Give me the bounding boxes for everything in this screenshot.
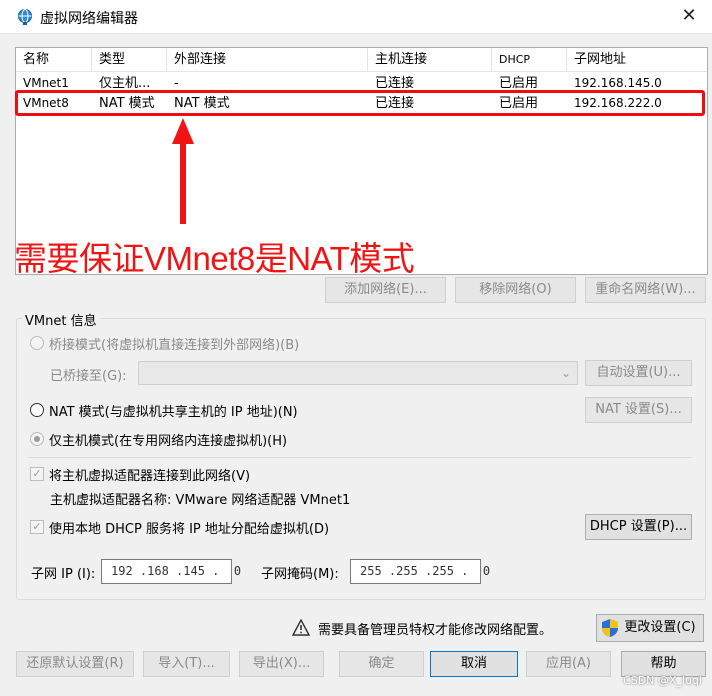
rename-network-button[interactable]: 重命名网络(W)... (585, 277, 706, 303)
ok-button[interactable]: 确定 (339, 651, 424, 677)
bridged-radio[interactable] (30, 336, 44, 350)
annotation-text: 需要保证VMnet8是NAT模式 (14, 240, 415, 277)
chevron-down-icon: ⌄ (560, 366, 571, 380)
row-host: 已连接 (375, 96, 415, 111)
admin-notice-text: 需要具备管理员特权才能修改网络配置。 (318, 623, 553, 638)
change-settings-button[interactable]: 更改设置(C) (596, 614, 704, 642)
column-header-name[interactable]: 名称 (16, 48, 92, 72)
row-type: NAT 模式 (99, 96, 155, 111)
row-external: NAT 模式 (174, 96, 230, 111)
warning-icon (292, 619, 310, 636)
adapter-name-text: 主机虚拟适配器名称: VMware 网络适配器 VMnet1 (50, 493, 351, 508)
bridged-to-label: 已桥接至(G): (50, 369, 127, 384)
window-title: 虚拟网络编辑器 (40, 11, 138, 27)
add-network-button[interactable]: 添加网络(E)... (325, 277, 446, 303)
row-type: 仅主机... (99, 76, 151, 91)
nat-radio[interactable] (30, 403, 44, 417)
title-bar: 虚拟网络编辑器 ✕ (0, 0, 712, 34)
remove-network-button[interactable]: 移除网络(O) (455, 277, 576, 303)
row-subnet: 192.168.222.0 (574, 96, 662, 110)
column-header-host[interactable]: 主机连接 (368, 48, 492, 72)
row-dhcp: 已启用 (499, 96, 539, 111)
nat-label: NAT 模式(与虚拟机共享主机的 IP 地址)(N) (49, 405, 298, 420)
dhcp-settings-button[interactable]: DHCP 设置(P)... (585, 514, 692, 540)
row-dhcp: 已启用 (499, 76, 539, 91)
network-list-header: 名称 类型 外部连接 主机连接 DHCP 子网地址 (16, 48, 707, 72)
row-external: - (174, 76, 179, 91)
subnet-mask-input[interactable]: 255 .255 .255 . 0 (350, 559, 490, 584)
vmnet-info-title: VMnet 信息 (22, 310, 100, 329)
use-dhcp-label: 使用本地 DHCP 服务将 IP 地址分配给虚拟机(D) (49, 522, 330, 537)
cancel-button[interactable]: 取消 (430, 651, 518, 677)
connect-adapter-label: 将主机虚拟适配器连接到此网络(V) (49, 469, 251, 484)
subnet-mask-label: 子网掩码(M): (261, 567, 339, 582)
row-name: VMnet8 (23, 96, 69, 110)
row-host: 已连接 (375, 76, 415, 91)
subnet-ip-label: 子网 IP (I): (31, 567, 96, 582)
restore-defaults-button[interactable]: 还原默认设置(R) (16, 651, 134, 677)
auto-settings-button[interactable]: 自动设置(U)... (585, 360, 692, 386)
apply-button[interactable]: 应用(A) (526, 651, 611, 677)
network-globe-icon (18, 9, 32, 25)
import-button[interactable]: 导入(T)... (143, 651, 230, 677)
subnet-ip-input[interactable]: 192 .168 .145 . 0 (101, 559, 241, 584)
close-button[interactable]: ✕ (666, 0, 712, 34)
divider (28, 457, 692, 458)
bridged-to-select[interactable]: ⌄ (138, 361, 578, 385)
table-row[interactable]: VMnet8 NAT 模式 NAT 模式 已连接 已启用 192.168.222… (16, 93, 707, 114)
table-row[interactable]: VMnet1 仅主机... - 已连接 已启用 192.168.145.0 (16, 73, 707, 94)
watermark-text: CSDN @X_luqi (623, 674, 702, 687)
export-button[interactable]: 导出(X)... (239, 651, 324, 677)
bridged-label: 桥接模式(将虚拟机直接连接到外部网络)(B) (49, 338, 300, 353)
column-header-type[interactable]: 类型 (92, 48, 167, 72)
use-dhcp-checkbox[interactable]: ✓ (30, 520, 44, 534)
row-name: VMnet1 (23, 76, 69, 90)
row-subnet: 192.168.145.0 (574, 76, 662, 90)
uac-shield-icon (602, 619, 618, 637)
connect-adapter-checkbox[interactable]: ✓ (30, 467, 44, 481)
change-settings-label: 更改设置(C) (624, 620, 696, 635)
host-only-label: 仅主机模式(在专用网络内连接虚拟机)(H) (49, 434, 288, 449)
column-header-subnet[interactable]: 子网地址 (567, 48, 709, 72)
column-header-external[interactable]: 外部连接 (167, 48, 368, 72)
nat-settings-button[interactable]: NAT 设置(S)... (585, 397, 692, 423)
column-header-dhcp[interactable]: DHCP (492, 48, 567, 72)
host-only-radio[interactable] (30, 432, 44, 446)
red-arrow-icon (172, 118, 194, 224)
